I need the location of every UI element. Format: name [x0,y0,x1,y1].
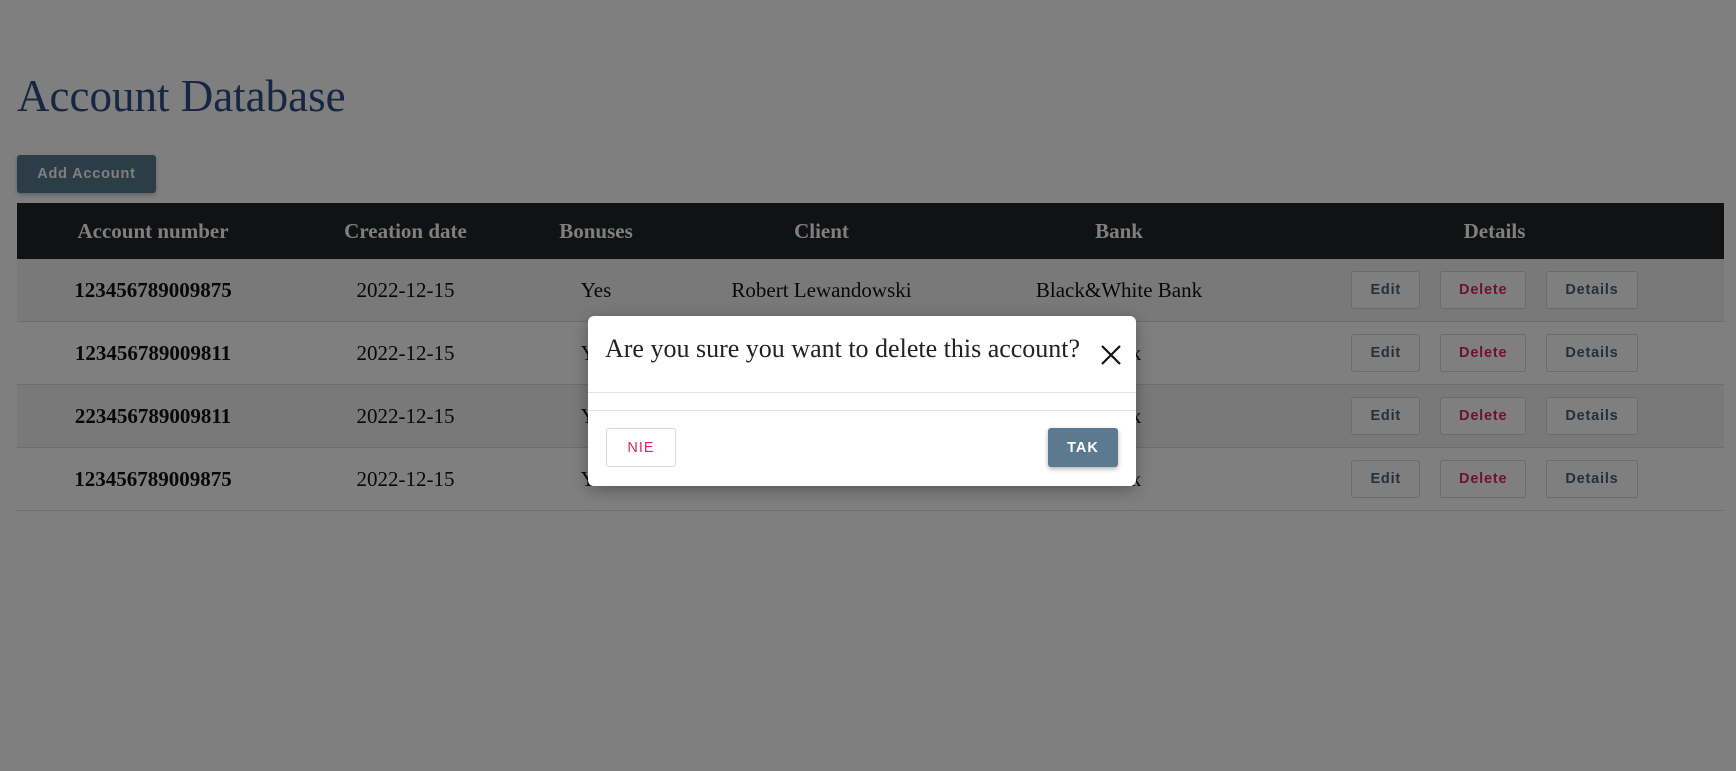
close-icon [1101,345,1121,365]
confirm-button[interactable]: TAK [1048,428,1118,467]
modal-header: Are you sure you want to delete this acc… [588,316,1136,393]
modal-body [588,393,1136,411]
modal-title: Are you sure you want to delete this acc… [605,334,1081,363]
close-button[interactable] [1096,340,1126,370]
modal-footer: NIE TAK [588,411,1136,486]
cancel-button[interactable]: NIE [606,428,676,467]
delete-confirm-dialog: Are you sure you want to delete this acc… [588,316,1136,486]
